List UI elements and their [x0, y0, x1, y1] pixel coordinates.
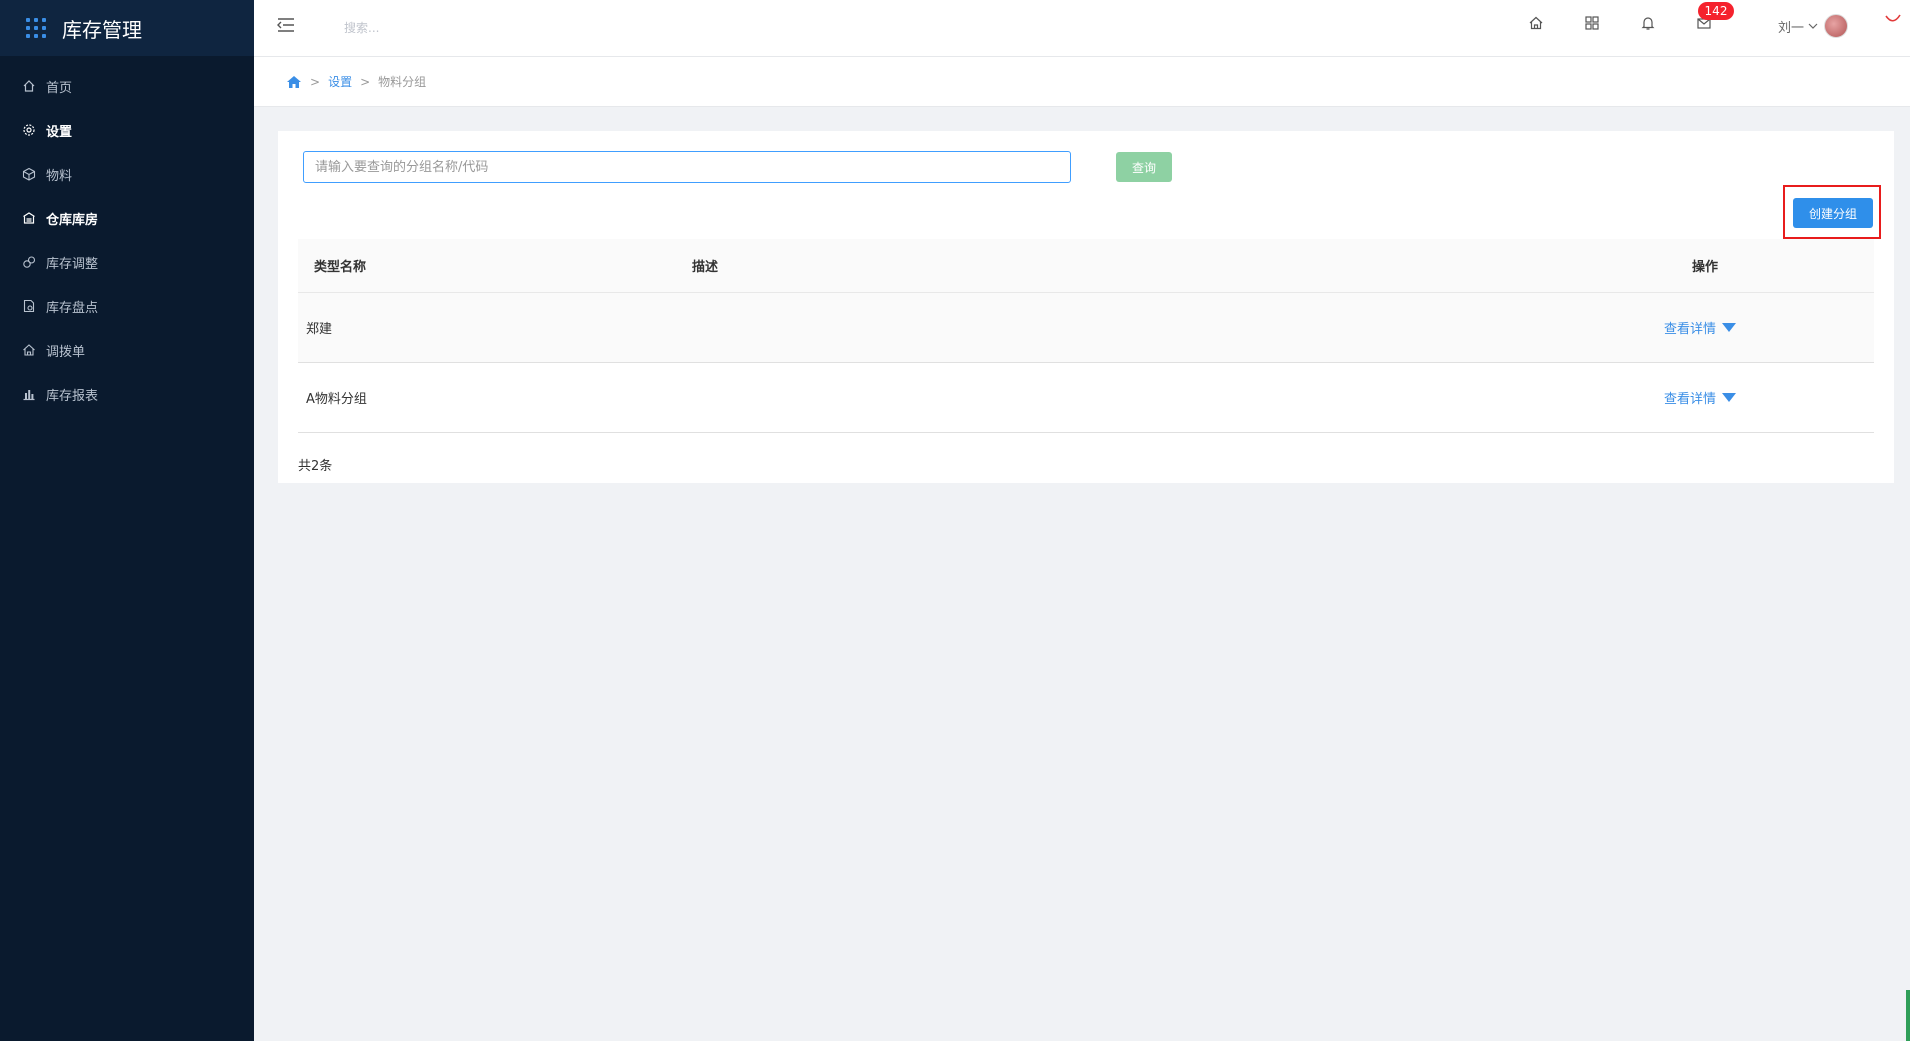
bar-chart-icon: [22, 387, 36, 401]
sidebar-item-transfer[interactable]: 调拨单: [0, 328, 254, 372]
top-search-input[interactable]: [344, 16, 544, 40]
cell-name: 郑建: [306, 322, 333, 337]
mail-count-badge: 142: [1698, 2, 1734, 20]
sidebar-item-warehouse[interactable]: 仓库库房: [0, 196, 254, 240]
breadcrumb-settings-link[interactable]: 设置: [328, 73, 352, 90]
cell-actions: 查看详情: [1664, 318, 1846, 337]
adjust-icon: [22, 255, 36, 269]
transfer-icon: [22, 343, 36, 357]
scrollbar-indicator: [1906, 990, 1910, 1041]
query-button[interactable]: 查询: [1116, 152, 1172, 182]
breadcrumb-separator: >: [310, 74, 321, 89]
caret-down-icon: [1722, 323, 1737, 332]
create-group-button[interactable]: 创建分组: [1793, 198, 1873, 228]
caret-down-icon: [1722, 393, 1737, 402]
content-panel: 查询 创建分组 类型名称 描述 操作 郑建 查看详情 A物料分组 查看详情: [278, 131, 1894, 483]
sidebar-item-material[interactable]: 物料: [0, 152, 254, 196]
home-icon: [22, 79, 36, 93]
top-bar: 142 刘一: [254, 0, 1910, 57]
sidebar-item-stock-adjust[interactable]: 库存调整: [0, 240, 254, 284]
view-details-label: 查看详情: [1664, 322, 1717, 337]
smile-icon: [1884, 12, 1902, 32]
chevron-down-icon: [1808, 19, 1818, 34]
sidebar-item-stock-check[interactable]: 库存盘点: [0, 284, 254, 328]
table-row: 郑建 查看详情: [298, 293, 1874, 363]
sidebar: 库存管理 首页 设置 物料 仓库库房 库存调整 库存盘点 调拨单 库存报表: [0, 0, 254, 1041]
view-details-label: 查看详情: [1664, 392, 1717, 407]
brand: 库存管理: [0, 0, 254, 56]
sidebar-item-label: 物料: [46, 168, 73, 184]
apps-icon[interactable]: [1584, 15, 1600, 35]
table-row: A物料分组 查看详情: [298, 363, 1874, 433]
menu-toggle-icon[interactable]: [276, 16, 296, 38]
group-table: 类型名称 描述 操作 郑建 查看详情 A物料分组 查看详情: [298, 239, 1874, 433]
gear-icon: [22, 123, 36, 137]
sidebar-item-settings[interactable]: 设置: [0, 108, 254, 152]
cell-actions: 查看详情: [1664, 388, 1846, 407]
sidebar-item-label: 库存报表: [46, 388, 99, 404]
sidebar-item-label: 库存调整: [46, 256, 99, 272]
cube-icon: [22, 167, 36, 181]
home-icon[interactable]: [1528, 15, 1544, 35]
breadcrumb-separator: >: [360, 74, 371, 89]
group-search-input[interactable]: [303, 151, 1071, 183]
view-details-dropdown[interactable]: 查看详情: [1664, 388, 1737, 407]
cell-name: A物料分组: [306, 392, 367, 407]
home-icon[interactable]: [286, 75, 302, 89]
user-menu[interactable]: 刘一: [1778, 14, 1849, 38]
avatar[interactable]: [1824, 14, 1849, 38]
sidebar-item-label: 首页: [46, 80, 73, 96]
sidebar-item-label: 库存盘点: [46, 300, 99, 316]
column-header-actions: 操作: [1692, 260, 1719, 275]
warehouse-icon: [22, 211, 36, 225]
total-count: 共2条: [298, 459, 333, 474]
bell-icon[interactable]: [1640, 15, 1656, 35]
sidebar-item-home[interactable]: 首页: [0, 64, 254, 108]
view-details-dropdown[interactable]: 查看详情: [1664, 318, 1737, 337]
user-name: 刘一: [1778, 20, 1805, 36]
column-header-name: 类型名称: [314, 260, 367, 275]
sidebar-item-report[interactable]: 库存报表: [0, 372, 254, 416]
app-title: 库存管理: [62, 17, 142, 42]
sidebar-item-label: 调拨单: [46, 344, 86, 360]
breadcrumb: > 设置 > 物料分组: [254, 57, 1910, 107]
sidebar-item-label: 设置: [46, 124, 73, 140]
column-header-description: 描述: [692, 260, 719, 275]
sidebar-nav: 首页 设置 物料 仓库库房 库存调整 库存盘点 调拨单 库存报表: [0, 56, 254, 416]
inventory-check-icon: [22, 299, 36, 313]
sidebar-item-label: 仓库库房: [46, 212, 99, 228]
table-header: 类型名称 描述 操作: [298, 239, 1874, 293]
apps-grid-icon[interactable]: [26, 18, 46, 38]
breadcrumb-current: 物料分组: [378, 75, 427, 89]
